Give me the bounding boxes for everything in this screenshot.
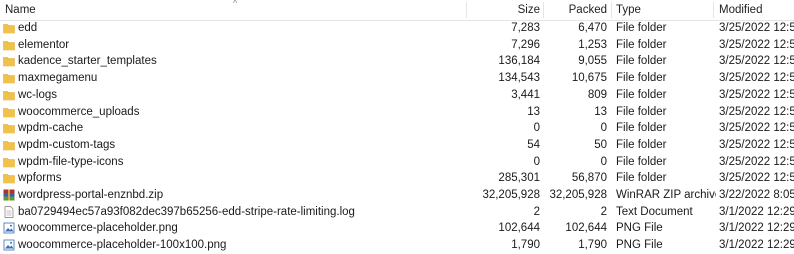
file-modified-date: 3/1/2022 12:29... <box>719 239 794 252</box>
file-packed-size: 102,644 <box>565 222 607 235</box>
file-size: 32,205,928 <box>482 189 540 201</box>
file-type: File folder <box>616 22 667 34</box>
file-modified-date: 3/25/2022 12:5... <box>719 88 794 101</box>
file-modified-date: 3/25/2022 12:5... <box>719 55 794 68</box>
file-name: wpdm-file-type-icons <box>18 155 124 168</box>
column-divider[interactable] <box>543 2 544 18</box>
column-header-bar: Name ^ Size Packed Type Modified <box>0 0 794 21</box>
file-modified-date: 3/1/2022 12:29... <box>719 222 794 235</box>
file-name: wpforms <box>18 172 62 185</box>
file-type: PNG File <box>616 239 663 252</box>
column-divider[interactable] <box>466 2 467 18</box>
file-row[interactable]: woocommerce_uploads 13 13 File folder 3/25/2… <box>0 104 794 121</box>
file-modified-date: 3/25/2022 12:5... <box>719 172 794 185</box>
column-header-name[interactable]: Name <box>5 0 205 20</box>
file-type: PNG File <box>616 222 663 235</box>
file-modified-date: 3/25/2022 12:5... <box>719 138 794 151</box>
file-name: maxmegamenu <box>18 72 98 85</box>
file-size: 1,790 <box>511 239 540 252</box>
file-type: File folder <box>616 72 667 85</box>
column-divider[interactable] <box>713 2 714 18</box>
file-modified-date: 3/1/2022 12:29... <box>719 205 794 218</box>
file-name: wpdm-custom-tags <box>18 138 116 151</box>
column-header-size[interactable]: Size <box>470 0 540 20</box>
file-modified-date: 3/25/2022 12:5... <box>719 105 794 118</box>
file-row[interactable]: wpdm-cache 0 0 File folder 3/25/2022 12:5... <box>0 120 794 137</box>
file-packed-size: 9,055 <box>578 55 607 68</box>
file-name: wpdm-cache <box>18 122 84 135</box>
file-name: woocommerce-placeholder.png <box>18 222 178 235</box>
file-modified-date: 3/22/2022 8:05... <box>719 189 794 201</box>
file-row[interactable]: edd 7,283 6,470 File folder 3/25/2022 12:5..… <box>0 20 794 37</box>
file-packed-size: 1,253 <box>578 38 607 51</box>
file-packed-size: 32,205,928 <box>549 189 607 201</box>
file-row[interactable]: wpforms 285,301 56,870 File folder 3/25/2022… <box>0 170 794 187</box>
file-name: ba0729494ec57a93f082dec397b65256-edd-str… <box>18 205 355 218</box>
file-type: File folder <box>616 122 667 135</box>
file-row[interactable]: wpdm-file-type-icons 0 0 File folder 3/25/20… <box>0 154 794 171</box>
file-row[interactable]: woocommerce-placeholder.png 102,644 102,64… <box>0 220 794 237</box>
column-header-modified[interactable]: Modified <box>719 0 794 20</box>
file-size: 7,296 <box>511 38 540 51</box>
file-name: wordpress-portal-enznbd.zip <box>18 189 164 201</box>
file-type: File folder <box>616 172 667 185</box>
file-type: WinRAR ZIP archive <box>616 189 716 201</box>
file-packed-size: 2 <box>600 205 607 218</box>
file-packed-size: 50 <box>594 138 607 151</box>
file-type: File folder <box>616 88 667 101</box>
file-modified-date: 3/25/2022 12:5... <box>719 72 794 85</box>
file-type: File folder <box>616 55 667 68</box>
file-name: woocommerce_uploads <box>18 105 140 118</box>
file-name: edd <box>18 22 38 34</box>
file-packed-size: 13 <box>594 105 607 118</box>
file-type: File folder <box>616 105 667 118</box>
file-name: elementor <box>18 38 70 51</box>
file-type: Text Document <box>616 205 693 218</box>
column-header-packed[interactable]: Packed <box>545 0 607 20</box>
file-row[interactable]: maxmegamenu 134,543 10,675 File folder 3/25/… <box>0 70 794 87</box>
file-size: 2 <box>533 205 540 218</box>
file-type: File folder <box>616 155 667 168</box>
file-size: 285,301 <box>498 172 540 185</box>
sort-ascending-icon: ^ <box>233 0 238 8</box>
file-name: woocommerce-placeholder-100x100.png <box>18 239 227 252</box>
file-size: 0 <box>533 155 540 168</box>
file-packed-size: 809 <box>587 88 607 101</box>
file-packed-size: 0 <box>600 155 607 168</box>
file-size: 7,283 <box>511 22 540 34</box>
file-type: File folder <box>616 138 667 151</box>
file-size: 3,441 <box>511 88 540 101</box>
file-row[interactable]: woocommerce-placeholder-100x100.png 1,790… <box>0 237 794 254</box>
file-modified-date: 3/25/2022 12:5... <box>719 122 794 135</box>
file-row[interactable]: wpdm-custom-tags 54 50 File folder 3/25/2022… <box>0 137 794 154</box>
column-header-type[interactable]: Type <box>616 0 711 20</box>
file-packed-size: 56,870 <box>571 172 607 185</box>
file-size: 0 <box>533 122 540 135</box>
file-modified-date: 3/25/2022 12:5... <box>719 38 794 51</box>
file-size: 13 <box>527 105 540 118</box>
file-size: 134,543 <box>498 72 540 85</box>
file-name: kadence_starter_templates <box>18 55 157 68</box>
column-divider[interactable] <box>611 2 612 18</box>
file-row[interactable]: ba0729494ec57a93f082dec397b65256-edd-str… <box>0 204 794 221</box>
file-size: 102,644 <box>498 222 540 235</box>
file-row[interactable]: kadence_starter_templates 136,184 9,055 Fil… <box>0 53 794 70</box>
file-packed-size: 0 <box>600 122 607 135</box>
file-modified-date: 3/25/2022 12:5... <box>719 155 794 168</box>
file-row[interactable]: wordpress-portal-enznbd.zip 32,205,928 32,… <box>0 187 794 204</box>
file-type: File folder <box>616 38 667 51</box>
file-size: 54 <box>527 138 540 151</box>
file-row[interactable]: wc-logs 3,441 809 File folder 3/25/2022 12:5… <box>0 87 794 104</box>
file-packed-size: 10,675 <box>571 72 607 85</box>
file-name: wc-logs <box>18 88 57 101</box>
file-packed-size: 6,470 <box>578 22 607 34</box>
file-size: 136,184 <box>498 55 540 68</box>
file-packed-size: 1,790 <box>578 239 607 252</box>
file-row[interactable]: elementor 7,296 1,253 File folder 3/25/2022 … <box>0 37 794 54</box>
file-modified-date: 3/25/2022 12:5... <box>719 22 794 34</box>
